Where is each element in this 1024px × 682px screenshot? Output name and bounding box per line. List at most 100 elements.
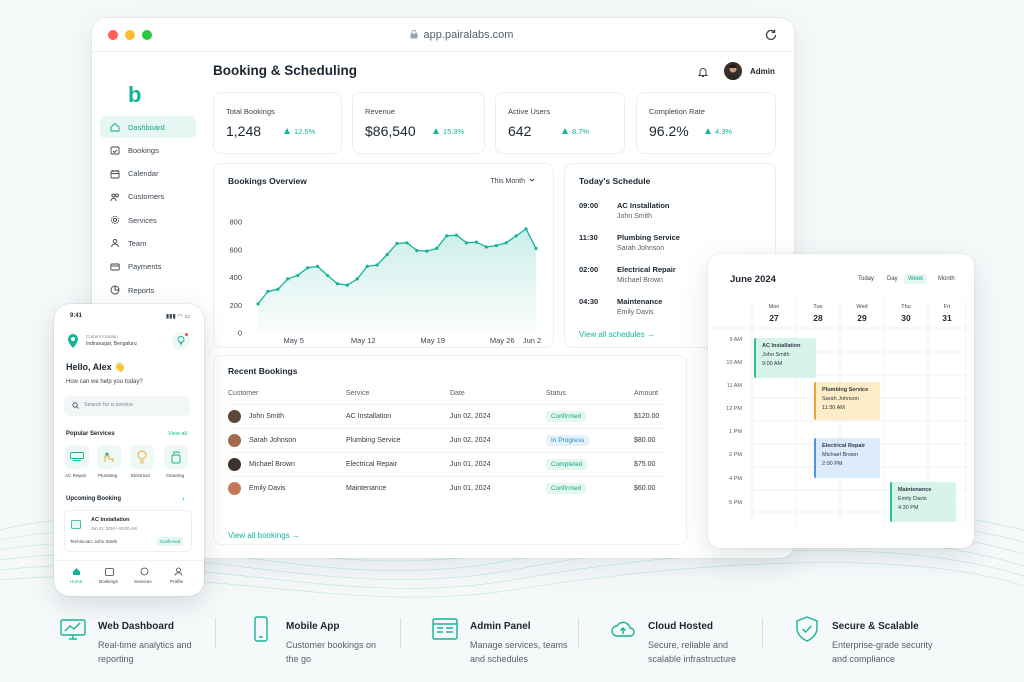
minimize-window-button[interactable] bbox=[125, 29, 135, 40]
status-badge: Completed bbox=[546, 458, 588, 470]
column-header[interactable]: Status bbox=[546, 384, 634, 404]
y-tick-label: 400 bbox=[229, 273, 242, 282]
maximize-window-button[interactable] bbox=[142, 29, 152, 40]
day-header[interactable]: Fri 31 bbox=[928, 304, 966, 323]
column-header[interactable]: Customer bbox=[228, 384, 346, 404]
bookings-table: Customer Service Date Status Amount John Smi… bbox=[228, 384, 666, 500]
notification-dot bbox=[185, 333, 188, 336]
close-window-button[interactable] bbox=[108, 29, 118, 40]
service-ac-repair[interactable] bbox=[65, 445, 89, 469]
ac-icon bbox=[70, 452, 84, 461]
calendar-event[interactable]: Electrical Repair Michael Brown 2:00 PM bbox=[814, 438, 880, 478]
notification-button[interactable] bbox=[172, 332, 190, 350]
upcoming-date: Jun 02, 2024 • 09:00 AM bbox=[91, 526, 137, 531]
card-title: Today's Schedule bbox=[579, 176, 651, 186]
table-row[interactable]: Michael Brown Electrical Repair Jun 01, … bbox=[228, 451, 666, 476]
y-tick-label: 600 bbox=[229, 245, 242, 254]
column-header[interactable]: Amount bbox=[634, 384, 666, 404]
service-cleaning[interactable] bbox=[164, 445, 188, 469]
sidebar-item-customers[interactable]: Customers bbox=[100, 186, 196, 208]
data-point bbox=[405, 241, 409, 245]
schedule-time: 09:00 bbox=[579, 201, 599, 210]
card-title: Recent Bookings bbox=[228, 366, 298, 376]
service-label: Electrical bbox=[131, 473, 150, 478]
view-all-schedules-link[interactable]: View all schedules → bbox=[579, 330, 655, 339]
stat-value: 1,248 bbox=[226, 123, 262, 139]
column-header[interactable]: Date bbox=[450, 384, 546, 404]
schedule-service: AC Installation bbox=[617, 201, 670, 210]
day-date: 28 bbox=[813, 313, 823, 323]
view-all-services-link[interactable]: View all bbox=[168, 431, 187, 437]
admin-panel-icon bbox=[432, 618, 458, 640]
sidebar-item-reports[interactable]: Reports bbox=[100, 279, 196, 301]
divider bbox=[400, 618, 401, 648]
service-electrical[interactable] bbox=[130, 445, 154, 469]
table-row[interactable]: John Smith AC Installation Jun 02, 2024 … bbox=[228, 403, 666, 428]
reload-icon[interactable] bbox=[764, 28, 778, 42]
day-header[interactable]: Thu 30 bbox=[884, 304, 928, 323]
calendar-event[interactable]: Maintenance Emily Davis 4:30 PM bbox=[890, 482, 956, 522]
stat-value: 642 bbox=[508, 123, 532, 139]
home-icon[interactable] bbox=[72, 567, 81, 576]
avatar[interactable] bbox=[724, 62, 742, 80]
tab-profile[interactable]: Profile bbox=[170, 579, 183, 584]
avatar bbox=[228, 457, 241, 471]
schedule-service: Electrical Repair bbox=[617, 265, 676, 274]
calendar-event[interactable]: AC Installation John Smith 9:00 AM bbox=[754, 338, 816, 378]
popular-services-title: Popular Services bbox=[66, 431, 115, 437]
stat-change-value: 15.3% bbox=[443, 127, 465, 136]
calendar-event[interactable]: Plumbing Service Sarah Johnson 11:30 AM bbox=[814, 382, 880, 420]
status-icons: ▮▮▮ ◠ ▭ bbox=[165, 314, 190, 320]
day-name: Thu bbox=[901, 304, 911, 310]
schedule-person: Michael Brown bbox=[617, 277, 663, 284]
stat-label: Completion Rate bbox=[649, 107, 705, 116]
sidebar-item-team[interactable]: Team bbox=[100, 232, 196, 254]
services-icon[interactable] bbox=[140, 567, 149, 576]
logo: b bbox=[128, 82, 142, 107]
sidebar-item-services[interactable]: Services bbox=[100, 209, 196, 231]
search-input[interactable]: Search for a service bbox=[64, 396, 190, 416]
schedule-item[interactable]: 09:00 AC Installation John Smith bbox=[579, 201, 759, 225]
day-header[interactable]: Wed 29 bbox=[840, 304, 884, 323]
feature-title: Cloud Hosted bbox=[648, 621, 713, 632]
stat-card-active-users: Active Users 642 8.7% bbox=[495, 92, 625, 154]
day-header[interactable]: Mon 27 bbox=[752, 304, 796, 323]
view-all-bookings-link[interactable]: View all bookings → bbox=[228, 531, 300, 540]
link-label: View all schedules bbox=[579, 330, 645, 339]
table-row[interactable]: Emily Davis Maintenance Jun 01, 2024 Con… bbox=[228, 475, 666, 500]
tab-bookings[interactable]: Bookings bbox=[99, 579, 118, 584]
table-row[interactable]: Sarah Johnson Plumbing Service Jun 02, 2… bbox=[228, 427, 666, 452]
bell-icon[interactable] bbox=[697, 66, 709, 78]
event-title: Electrical Repair bbox=[822, 443, 866, 449]
browser-toolbar: app.pairalabs.com bbox=[92, 18, 794, 52]
lock-icon bbox=[410, 29, 418, 38]
tab-services[interactable]: Services bbox=[134, 579, 152, 584]
data-point bbox=[395, 241, 399, 246]
hour-label: 12 PM bbox=[726, 406, 742, 412]
column-header[interactable]: Service bbox=[346, 384, 450, 404]
sidebar-item-dashboard[interactable]: Dashboard bbox=[100, 116, 196, 138]
profile-icon[interactable] bbox=[174, 567, 183, 576]
upcoming-service: AC Installation bbox=[91, 517, 130, 523]
status-badge: Confirmed bbox=[157, 537, 184, 546]
upcoming-booking-card[interactable]: AC Installation Jun 02, 2024 • 09:00 AM … bbox=[64, 510, 192, 552]
day-name: Tue bbox=[813, 304, 823, 310]
day-header[interactable]: Tue 28 bbox=[796, 304, 840, 323]
monitor-chart-icon bbox=[60, 619, 86, 640]
sidebar-item-calendar[interactable]: Calendar bbox=[100, 163, 196, 185]
sidebar-item-bookings[interactable]: Bookings bbox=[100, 139, 196, 161]
sidebar-item-label: Reports bbox=[128, 285, 155, 295]
tab-home[interactable]: Home bbox=[70, 579, 82, 584]
avatar bbox=[228, 481, 241, 495]
day-date: 27 bbox=[769, 313, 779, 323]
service-plumbing[interactable] bbox=[97, 445, 121, 469]
location-value[interactable]: Indiranagar, Bengaluru bbox=[86, 341, 137, 347]
bookings-icon[interactable] bbox=[105, 567, 114, 576]
card-icon bbox=[110, 263, 120, 271]
address-bar[interactable]: app.pairalabs.com bbox=[159, 29, 764, 41]
status-time: 9:41 bbox=[70, 313, 83, 319]
chevron-right-icon[interactable]: › bbox=[182, 494, 185, 503]
stat-card-total-bookings: Total Bookings 1,248 12.5% bbox=[213, 92, 342, 154]
sidebar-item-payments[interactable]: Payments bbox=[100, 256, 196, 278]
hour-label: 11 AM bbox=[726, 383, 742, 389]
